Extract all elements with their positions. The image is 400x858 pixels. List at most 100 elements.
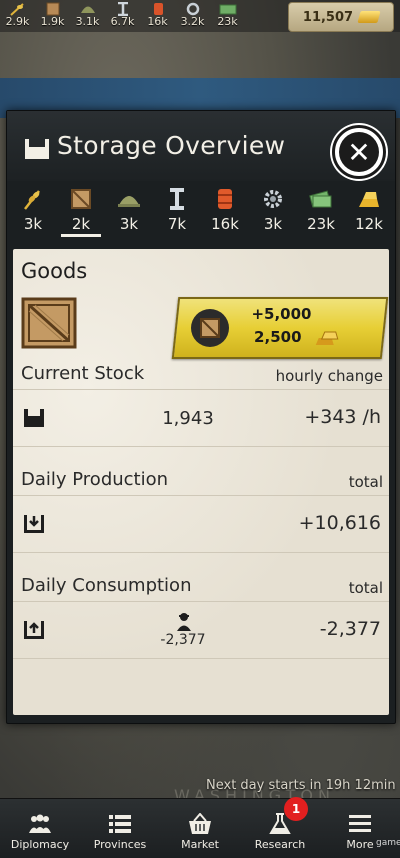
population-consumption-value: -2,377 xyxy=(160,632,206,648)
daily-consumption-value: -2,377 xyxy=(319,618,381,640)
tab-oil[interactable]: 16k xyxy=(201,183,249,245)
nav-research[interactable]: Research 1 xyxy=(240,797,320,858)
cash-icon xyxy=(219,4,236,15)
daily-production-header: Daily Production total xyxy=(13,465,389,496)
tab-value: 7k xyxy=(167,215,187,233)
tab-grain[interactable]: 3k xyxy=(9,183,57,245)
top-resource-value: 23k xyxy=(217,15,238,28)
hourly-change-label: hourly change xyxy=(275,367,383,385)
menu-icon xyxy=(349,815,371,832)
steel-beam-icon xyxy=(170,188,184,210)
tab-helmet[interactable]: 3k xyxy=(105,183,153,245)
top-resource-gear[interactable]: 3.2k xyxy=(175,0,210,32)
top-resource-oil[interactable]: 16k xyxy=(140,0,175,32)
top-resource-value: 16k xyxy=(147,15,168,28)
daily-production-value: +10,616 xyxy=(298,512,381,534)
storage-overview-panel: Storage Overview ✕ 3k 2k 3k 7k 16k 3k 23… xyxy=(6,110,396,724)
goods-detail: Goods +5,000 2,500 Current Stock hourly … xyxy=(13,249,389,715)
close-button[interactable]: ✕ xyxy=(332,125,386,179)
storage-icon xyxy=(25,139,49,159)
nav-diplomacy[interactable]: Diplomacy xyxy=(0,799,80,858)
current-stock-value: 1,943 xyxy=(162,408,214,429)
gear-icon xyxy=(186,2,199,16)
money-value: 11,507 xyxy=(302,9,354,25)
crate-icon xyxy=(46,2,59,16)
oil-barrel-icon xyxy=(218,189,232,209)
tab-value: 12k xyxy=(355,215,383,233)
top-resource-value: 2.9k xyxy=(5,15,30,28)
money-counter[interactable]: 11,507 xyxy=(288,2,394,32)
nav-label: Research xyxy=(254,838,306,851)
basket-icon xyxy=(189,813,211,834)
tab-value: 3k xyxy=(263,215,283,233)
purchase-amount: +5,000 xyxy=(251,305,312,323)
top-resource-cash[interactable]: 23k xyxy=(210,0,245,32)
tab-value: 16k xyxy=(211,215,239,233)
tab-steel[interactable]: 7k xyxy=(153,183,201,245)
current-stock-header: Current Stock hourly change xyxy=(13,359,389,390)
nav-label: Diplomacy xyxy=(10,838,70,851)
cash-icon xyxy=(309,190,332,208)
daily-consumption-row: -2,377 -2,377 xyxy=(13,602,389,659)
nav-label: Market xyxy=(181,838,219,851)
next-day-timer: Next day starts in 19h 12min xyxy=(206,778,396,793)
total-label: total xyxy=(348,579,383,597)
tab-value: 23k xyxy=(307,215,335,233)
hourly-change-value: +343 /h xyxy=(304,406,381,428)
top-resource-grain[interactable]: 2.9k xyxy=(0,0,35,32)
helmet-icon xyxy=(118,196,140,207)
crate-icon xyxy=(71,189,91,209)
storage-out-icon xyxy=(24,621,44,639)
storage-icon xyxy=(24,409,44,427)
bottom-navigation: Diplomacy Provinces Market Research 1 Mo… xyxy=(0,797,400,858)
current-stock-label: Current Stock xyxy=(21,363,145,384)
top-resource-steel[interactable]: 6.7k xyxy=(105,0,140,32)
tab-value: 3k xyxy=(119,215,139,233)
gold-icon xyxy=(359,192,379,207)
steel-beam-icon xyxy=(117,2,128,16)
nav-provinces[interactable]: Provinces xyxy=(80,799,160,858)
tab-value: 2k xyxy=(61,215,101,237)
close-icon: ✕ xyxy=(339,132,379,172)
purchase-cost: 2,500 xyxy=(254,328,302,346)
tab-gear[interactable]: 3k xyxy=(249,183,297,245)
daily-production-label: Daily Production xyxy=(21,469,169,490)
storage-in-icon xyxy=(24,515,44,533)
resource-title: Goods xyxy=(21,259,88,283)
top-resource-helmet[interactable]: 3.1k xyxy=(70,0,105,32)
panel-header: Storage Overview ✕ xyxy=(7,111,395,181)
tab-value: 3k xyxy=(23,215,43,233)
crate-icon xyxy=(21,297,77,349)
gold-icon xyxy=(314,330,340,350)
watermark: game xyxy=(376,838,400,848)
tab-goods[interactable]: 2k xyxy=(57,183,105,245)
grain-icon xyxy=(9,3,24,16)
top-resource-value: 3.2k xyxy=(180,15,205,28)
population-icon[interactable] xyxy=(176,612,192,632)
daily-consumption-label: Daily Consumption xyxy=(21,575,192,596)
nav-more[interactable]: More xyxy=(320,799,400,858)
current-stock-row: 1,943 +343 /h xyxy=(13,390,389,447)
helmet-icon xyxy=(80,6,95,13)
oil-barrel-icon xyxy=(153,3,163,15)
nav-label: Provinces xyxy=(93,838,147,851)
research-notification-badge: 1 xyxy=(284,797,308,821)
gear-icon xyxy=(264,190,282,208)
top-resource-goods[interactable]: 1.9k xyxy=(35,0,70,32)
resource-tabs: 3k 2k 3k 7k 16k 3k 23k 12k xyxy=(7,183,395,245)
tab-cash[interactable]: 23k xyxy=(297,183,345,245)
buy-goods-button[interactable]: +5,000 2,500 xyxy=(171,297,389,359)
top-resource-value: 6.7k xyxy=(110,15,135,28)
top-resource-value: 3.1k xyxy=(75,15,100,28)
total-label: total xyxy=(348,473,383,491)
daily-consumption-header: Daily Consumption total xyxy=(13,571,389,602)
daily-production-row: +10,616 xyxy=(13,496,389,553)
nav-market[interactable]: Market xyxy=(160,799,240,858)
tab-gold[interactable]: 12k xyxy=(345,183,393,245)
grain-icon xyxy=(24,190,40,210)
list-icon xyxy=(109,815,131,833)
gold-icon xyxy=(357,11,381,23)
people-icon xyxy=(29,814,51,833)
panel-title: Storage Overview xyxy=(57,131,286,160)
top-resource-value: 1.9k xyxy=(40,15,65,28)
